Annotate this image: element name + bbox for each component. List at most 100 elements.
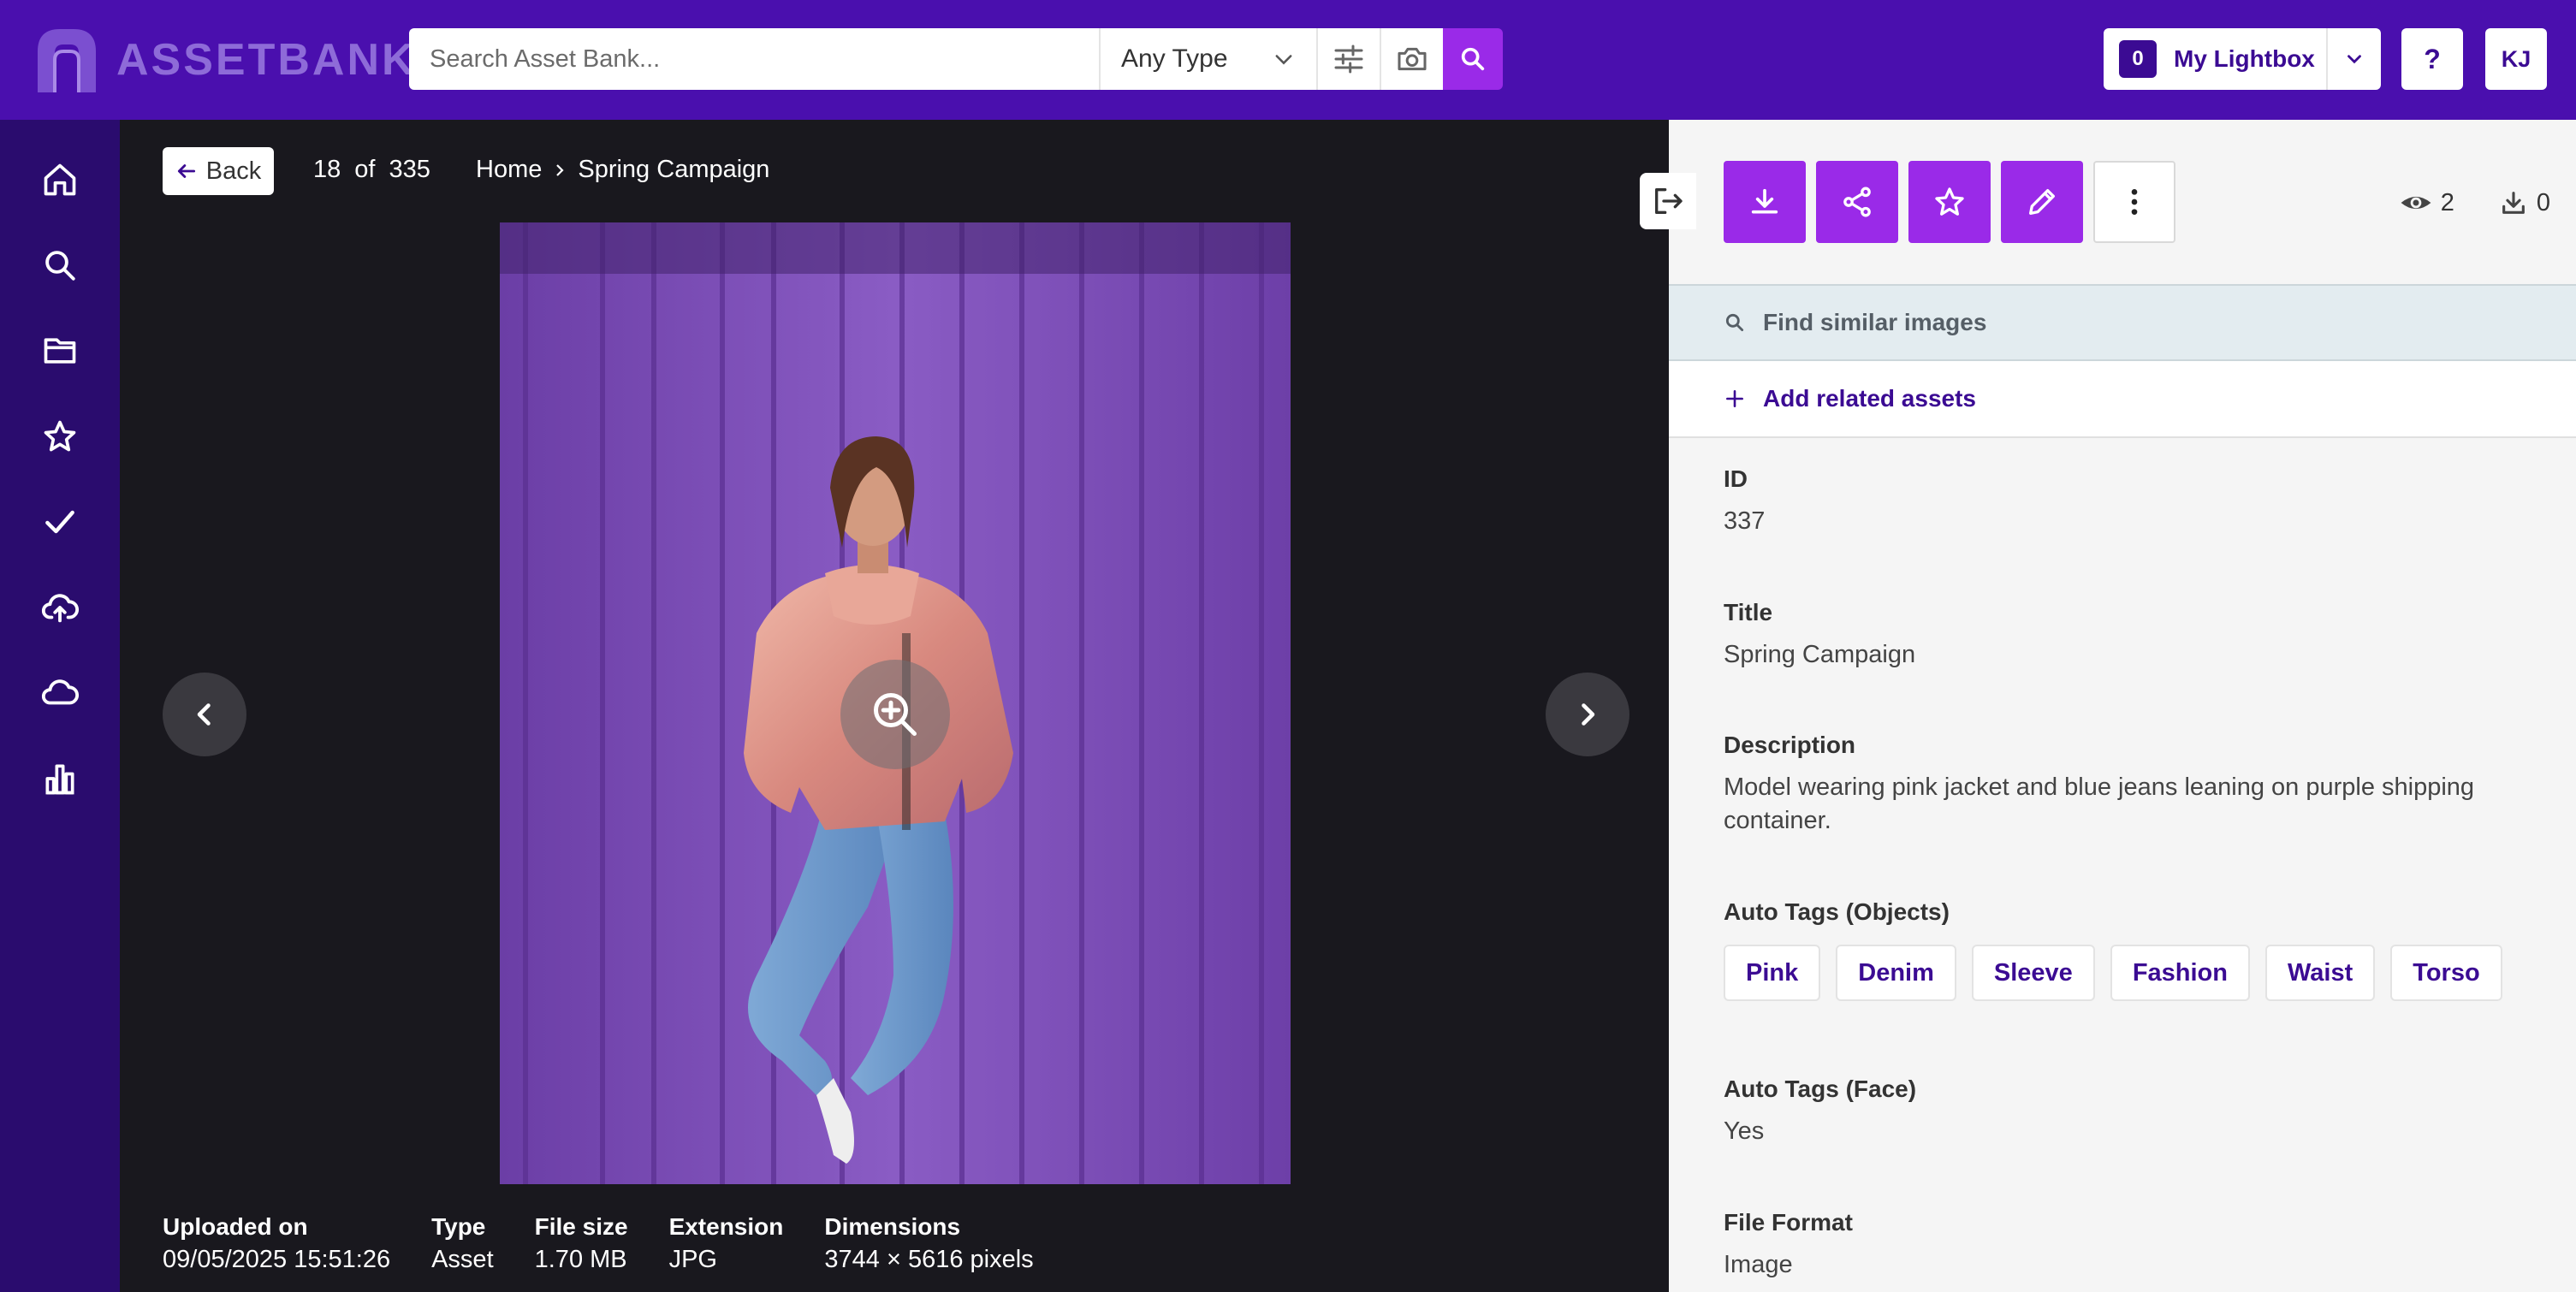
sidebar-item-cloud[interactable] <box>34 667 86 719</box>
chevron-right-icon <box>1582 703 1595 726</box>
previous-asset-button[interactable] <box>163 673 246 756</box>
bar-chart-icon <box>45 764 74 795</box>
asset-position-counter: 18 of 335 <box>313 156 430 184</box>
user-avatar-button[interactable]: KJ <box>2485 28 2547 90</box>
asset-type-value: Any Type <box>1121 44 1228 73</box>
meta-value: Asset <box>431 1246 494 1273</box>
help-button[interactable]: ? <box>2401 28 2463 90</box>
plus-icon <box>1726 390 1743 407</box>
field-label: Auto Tags (Objects) <box>1724 898 1950 925</box>
sidebar-item-approvals[interactable] <box>34 496 86 548</box>
field-value: 337 <box>1724 507 1766 535</box>
top-bar: ASSETBANK Any Type 0 My Lightbox <box>0 0 2576 120</box>
asset-of-label: of <box>354 156 376 183</box>
meta-label: Uploaded on <box>163 1213 308 1240</box>
meta-dimensions: Dimensions 3744 × 5616 pixels <box>824 1213 1033 1274</box>
eye-icon <box>2401 196 2431 210</box>
favorite-button[interactable] <box>1908 161 1991 243</box>
sidebar-item-search[interactable] <box>34 240 86 291</box>
back-label: Back <box>205 157 262 185</box>
download-icon <box>1751 188 1778 214</box>
search-filters-button[interactable] <box>1316 28 1380 90</box>
sidebar-item-reports[interactable] <box>34 753 86 804</box>
collapse-panel-button[interactable] <box>1640 173 1696 229</box>
field-label: Description <box>1724 732 1856 758</box>
tag-denim[interactable]: Denim <box>1836 945 1956 1001</box>
lightbox-label: My Lightbox <box>2174 45 2315 72</box>
share-button[interactable] <box>1816 161 1898 243</box>
folder-icon <box>44 338 76 364</box>
downloads-stat: 0 <box>2499 187 2550 219</box>
meta-label: Dimensions <box>824 1213 961 1240</box>
field-value: Spring Campaign <box>1724 641 1916 668</box>
search-submit-button[interactable] <box>1443 28 1503 90</box>
pencil-icon <box>2029 189 2055 215</box>
sidebar-item-folders[interactable] <box>34 325 86 376</box>
chevron-left-icon <box>197 703 211 726</box>
asset-meta-row: Uploaded on 09/05/2025 15:51:26 Type Ass… <box>163 1213 1075 1274</box>
tag-waist[interactable]: Waist <box>2264 945 2376 1001</box>
share-icon <box>1843 187 1871 217</box>
tag-sleeve[interactable]: Sleeve <box>1971 945 2095 1001</box>
asset-position: 18 <box>313 156 341 183</box>
more-actions-button[interactable] <box>2093 161 2175 243</box>
meta-label: Extension <box>668 1213 784 1240</box>
asset-viewer: Back 18 of 335 Home Spring Campaign Uplo… <box>120 120 1669 1292</box>
lightbox-dropdown-button[interactable] <box>2326 28 2381 90</box>
meta-value: JPG <box>668 1246 717 1273</box>
breadcrumb-current[interactable]: Spring Campaign <box>578 156 769 184</box>
meta-label: File size <box>534 1213 628 1240</box>
meta-value: 09/05/2025 15:51:26 <box>163 1246 391 1273</box>
chevron-down-icon <box>2347 55 2361 64</box>
sidebar-nav <box>0 120 120 1292</box>
tag-pink[interactable]: Pink <box>1724 945 1821 1001</box>
download-button[interactable] <box>1724 161 1806 243</box>
asset-details-panel: 2 0 Find similar images Add related asse… <box>1669 120 2576 1292</box>
tag-list: Pink Denim Sleeve Fashion Waist Torso <box>1724 945 2545 1001</box>
zoom-in-icon <box>874 693 917 736</box>
my-lightbox-button[interactable]: 0 My Lightbox <box>2104 28 2381 90</box>
home-icon <box>44 163 76 196</box>
tag-torso[interactable]: Torso <box>2390 945 2502 1001</box>
zoom-image-button[interactable] <box>840 660 950 769</box>
find-similar-images-button[interactable]: Find similar images <box>1669 284 2576 361</box>
logo[interactable]: ASSETBANK <box>34 26 417 94</box>
edit-button[interactable] <box>2001 161 2083 243</box>
field-auto-tags-face: Auto Tags (Face) Yes <box>1724 1076 2545 1148</box>
sign-out-icon <box>1655 188 1683 214</box>
asset-type-select[interactable]: Any Type <box>1099 28 1316 90</box>
breadcrumb: Home Spring Campaign <box>476 156 769 184</box>
downloads-count: 0 <box>2536 188 2550 216</box>
sliders-icon <box>1334 44 1363 74</box>
field-file-format: File Format Image <box>1724 1209 2545 1282</box>
assetbank-logo-icon <box>38 29 96 92</box>
meta-extension: Extension JPG <box>669 1213 784 1274</box>
search-icon <box>1461 47 1485 71</box>
search-input[interactable] <box>409 28 1099 90</box>
arrow-left-icon <box>177 164 195 178</box>
asset-total: 335 <box>389 156 430 183</box>
views-stat: 2 <box>2400 187 2454 219</box>
meta-label: Type <box>431 1213 486 1240</box>
add-related-assets-button[interactable]: Add related assets <box>1669 361 2576 438</box>
find-similar-label: Find similar images <box>1763 309 1987 335</box>
field-value: Image <box>1724 1251 1793 1278</box>
field-value: Model wearing pink jacket and blue jeans… <box>1724 773 2475 834</box>
sidebar-item-home[interactable] <box>34 154 86 205</box>
sidebar-item-favorites[interactable] <box>34 411 86 462</box>
next-asset-button[interactable] <box>1546 673 1629 756</box>
field-label: Title <box>1724 599 1773 625</box>
field-id: ID 337 <box>1724 465 2545 538</box>
image-search-button[interactable] <box>1380 28 1443 90</box>
meta-type: Type Asset <box>431 1213 494 1274</box>
chevron-down-icon <box>1275 55 1292 65</box>
breadcrumb-home[interactable]: Home <box>476 156 542 184</box>
search-icon <box>1725 313 1744 332</box>
search-icon <box>45 251 75 281</box>
tag-fashion[interactable]: Fashion <box>2110 945 2250 1001</box>
sidebar-item-upload[interactable] <box>34 582 86 633</box>
star-icon <box>1935 187 1964 216</box>
field-label: ID <box>1724 465 1748 492</box>
back-button[interactable]: Back <box>163 147 274 195</box>
field-auto-tags-objects: Auto Tags (Objects) Pink Denim Sleeve Fa… <box>1724 898 2545 1001</box>
